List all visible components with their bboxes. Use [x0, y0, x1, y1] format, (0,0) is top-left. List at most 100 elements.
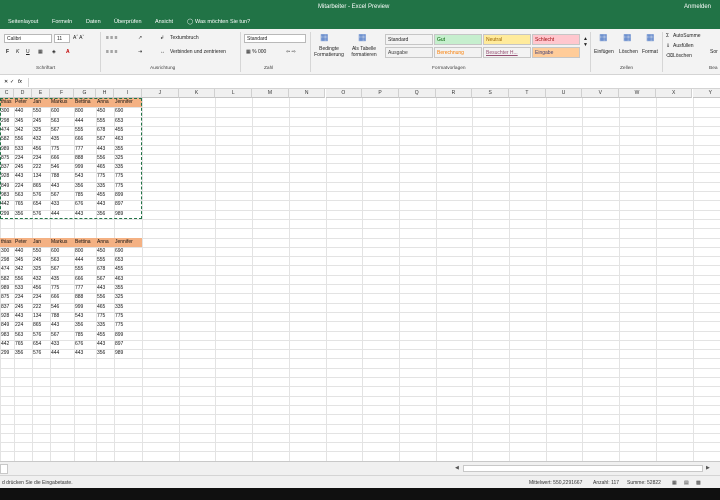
confirm-icon[interactable]: ✓ [10, 79, 14, 85]
table-cell[interactable]: 563 [15, 331, 32, 340]
table-cell[interactable]: 300 [1, 247, 14, 256]
style-eingabe[interactable]: Eingabe [532, 47, 580, 58]
font-size-box[interactable]: 11 [54, 34, 70, 43]
currency-icon[interactable]: ▦ % 000 [246, 49, 266, 55]
table-cell[interactable]: 325 [115, 293, 142, 302]
table-cell[interactable]: 765 [15, 340, 32, 349]
table-cell[interactable]: 533 [15, 284, 32, 293]
style-schlecht[interactable]: Schlecht [532, 34, 580, 45]
table-cell[interactable]: 556 [97, 293, 114, 302]
table-cell[interactable]: 865 [33, 321, 50, 330]
format-button[interactable]: Format [642, 49, 658, 55]
table-cell[interactable]: 234 [33, 293, 50, 302]
header-cell[interactable]: Jennifer [115, 238, 142, 247]
style-berechnung[interactable]: Berechnung [434, 47, 482, 58]
column-header[interactable]: X [655, 89, 693, 98]
format-cells-icon[interactable]: ▦ [646, 32, 655, 43]
header-cell[interactable]: Jan [33, 238, 50, 247]
grow-font-icon[interactable]: Aˆ Aˇ [73, 35, 84, 41]
table-cell[interactable]: 563 [51, 256, 74, 265]
table-cell[interactable]: 897 [115, 340, 142, 349]
bold-button[interactable]: F [6, 49, 9, 55]
table-cell[interactable]: 134 [33, 312, 50, 321]
table-cell[interactable]: 433 [51, 340, 74, 349]
font-name-box[interactable]: Calibri [4, 34, 52, 43]
tab-ueberpruefen[interactable]: Überprüfen [114, 19, 142, 25]
wrap-text-icon[interactable]: ↲ [160, 35, 164, 41]
page-layout-icon[interactable]: ▤ [684, 480, 689, 486]
align-top-icon[interactable]: ≡ ≡ ≡ [106, 35, 118, 41]
table-cell[interactable]: 888 [75, 293, 96, 302]
tab-daten[interactable]: Daten [86, 19, 101, 25]
table-cell[interactable]: 654 [33, 340, 50, 349]
table-cell[interactable]: 224 [15, 321, 32, 330]
table-cell[interactable]: 432 [33, 275, 50, 284]
autosum-icon[interactable]: Σ [666, 33, 669, 39]
column-header[interactable]: T [509, 89, 546, 98]
table-cell[interactable]: 355 [115, 284, 142, 293]
as-table-button[interactable]: Als Tabelle formatieren [348, 46, 380, 58]
table-cell[interactable]: 555 [75, 265, 96, 274]
table-cell[interactable]: 567 [51, 265, 74, 274]
table-cell[interactable]: 555 [97, 256, 114, 265]
decimal-icon[interactable]: ⇦ ⇨ [286, 49, 296, 55]
table-cell[interactable]: 443 [97, 284, 114, 293]
table-cell[interactable]: 666 [75, 275, 96, 284]
fill-color-icon[interactable]: ◈ [52, 49, 56, 55]
table-cell[interactable]: 837 [1, 303, 14, 312]
table-cell[interactable]: 444 [75, 256, 96, 265]
table-cell[interactable]: 567 [97, 275, 114, 284]
column-header[interactable]: S [472, 89, 509, 98]
tab-formeln[interactable]: Formeln [52, 19, 72, 25]
tab-seitenlayout[interactable]: Seitenlayout [8, 19, 38, 25]
page-break-icon[interactable]: ▩ [696, 480, 701, 486]
table-icon[interactable]: ▦ [358, 32, 367, 43]
italic-button[interactable]: K [16, 49, 19, 55]
table-cell[interactable]: 455 [115, 265, 142, 274]
table-cell[interactable]: 335 [97, 321, 114, 330]
fill-button[interactable]: Ausfüllen [673, 43, 694, 49]
style-gut[interactable]: Gut [434, 34, 482, 45]
table-cell[interactable]: 576 [33, 331, 50, 340]
column-header[interactable]: Q [398, 89, 436, 98]
table-cell[interactable]: 356 [15, 349, 32, 358]
table-cell[interactable]: 875 [1, 293, 14, 302]
column-header[interactable]: J [142, 89, 179, 98]
column-header[interactable]: L [215, 89, 253, 98]
table-cell[interactable]: 245 [15, 303, 32, 312]
table-cell[interactable]: 345 [15, 256, 32, 265]
column-header[interactable]: P [362, 89, 399, 98]
table-cell[interactable]: 543 [75, 312, 96, 321]
normal-view-icon[interactable]: ▦ [672, 480, 677, 486]
header-cell[interactable]: thias [1, 238, 14, 247]
table-cell[interactable]: 989 [115, 349, 142, 358]
table-cell[interactable]: 676 [75, 340, 96, 349]
scroll-left-icon[interactable]: ◀ [455, 465, 459, 471]
table-cell[interactable]: 999 [75, 303, 96, 312]
table-cell[interactable]: 325 [33, 265, 50, 274]
table-cell[interactable]: 550 [33, 247, 50, 256]
table-cell[interactable]: 443 [51, 321, 74, 330]
table-cell[interactable]: 450 [97, 247, 114, 256]
column-header[interactable]: F [50, 89, 74, 98]
table-cell[interactable]: 800 [75, 247, 96, 256]
column-header[interactable]: O [325, 89, 363, 98]
borders-icon[interactable]: ▦ [38, 49, 43, 55]
cond-format-icon[interactable]: ▦ [320, 32, 329, 43]
table-cell[interactable]: 849 [1, 321, 14, 330]
fill-icon[interactable]: ⇓ [666, 43, 670, 49]
signin-link[interactable]: Anmelden [684, 4, 711, 10]
align-left-icon[interactable]: ≡ ≡ ≡ [106, 49, 118, 55]
table-cell[interactable]: 440 [15, 247, 32, 256]
table-cell[interactable]: 928 [1, 312, 14, 321]
header-cell[interactable]: Bettina [75, 238, 96, 247]
column-header[interactable]: N [288, 89, 326, 98]
column-header[interactable]: V [582, 89, 620, 98]
column-header[interactable]: D [14, 89, 32, 98]
horizontal-scrollbar[interactable] [463, 465, 703, 472]
column-header[interactable]: R [435, 89, 473, 98]
table-cell[interactable]: 788 [51, 312, 74, 321]
table-cell[interactable]: 775 [97, 312, 114, 321]
tell-me-input[interactable]: Was möchten Sie tun? [195, 19, 250, 25]
table-cell[interactable]: 465 [97, 303, 114, 312]
